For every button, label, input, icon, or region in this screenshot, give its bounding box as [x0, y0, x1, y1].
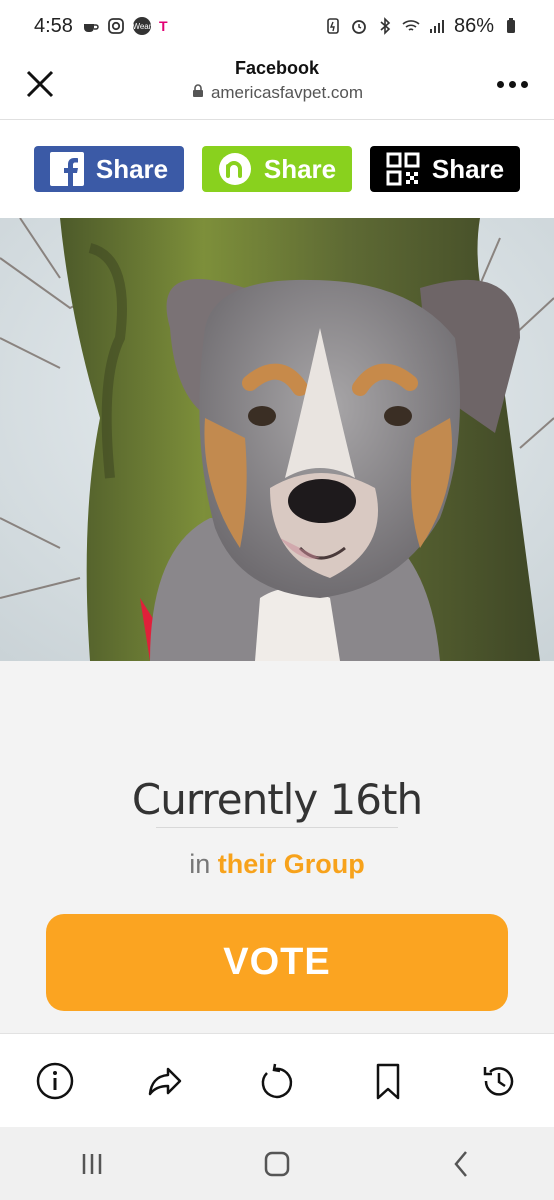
url-display[interactable]: americasfavpet.com [120, 83, 434, 103]
bookmark-icon [376, 1063, 400, 1100]
group-line: in their Group [0, 849, 554, 880]
back-button[interactable] [432, 1139, 492, 1189]
share-row: Share Share Share [0, 120, 554, 218]
signal-icon [428, 17, 446, 35]
browser-bottom-toolbar [0, 1033, 554, 1128]
rank-divider [156, 827, 398, 828]
history-button[interactable] [477, 1059, 521, 1103]
close-button[interactable] [22, 66, 58, 102]
more-dot [508, 80, 516, 88]
browser-toolbar: Facebook americasfavpet.com [0, 52, 554, 120]
share-arrow-icon [148, 1067, 182, 1096]
status-bar: 4:58 Wear T 86% [0, 0, 554, 52]
status-left: 4:58 Wear T [34, 15, 168, 38]
more-dot [496, 80, 504, 88]
reload-button[interactable] [255, 1059, 299, 1103]
vote-panel: Currently 16th in their Group VOTE [0, 661, 554, 1033]
bluetooth-icon [376, 17, 394, 35]
reload-icon [261, 1063, 293, 1099]
home-icon [264, 1151, 290, 1176]
history-icon [483, 1067, 513, 1096]
bookmark-button[interactable] [366, 1059, 410, 1103]
share-button[interactable] [144, 1059, 188, 1103]
battery-icon [502, 17, 520, 35]
facebook-icon [49, 152, 84, 186]
dog-photo-illustration [0, 218, 554, 661]
coffee-icon [81, 17, 99, 35]
alarm-icon [350, 17, 368, 35]
facebook-share-button[interactable]: Share [34, 146, 184, 192]
more-options-button[interactable] [492, 66, 532, 102]
page-title-box: Facebook americasfavpet.com [120, 58, 434, 103]
qr-code-icon [386, 152, 420, 186]
qr-share-button[interactable]: Share [370, 146, 520, 192]
back-icon [454, 1150, 467, 1177]
page-title: Facebook [234, 58, 320, 78]
rank-text: Currently 16th [131, 775, 423, 824]
nextdoor-share-label: Share [263, 153, 337, 184]
group-link[interactable]: their Group [218, 849, 365, 879]
status-time: 4:58 [34, 14, 73, 37]
info-icon [37, 1062, 74, 1100]
pet-photo [0, 218, 554, 661]
lock-icon [191, 83, 205, 103]
close-icon [26, 70, 54, 98]
status-right: 86% [324, 15, 520, 38]
battery-saver-icon [324, 17, 342, 35]
tmobile-icon: T [158, 18, 168, 34]
url-text: americasfavpet.com [210, 83, 364, 102]
vote-button[interactable]: VOTE [46, 914, 508, 1011]
home-button[interactable] [247, 1139, 307, 1189]
recent-apps-icon [83, 1153, 102, 1174]
wifi-icon [402, 17, 420, 35]
battery-percent: 86% [453, 14, 494, 37]
qr-share-label: Share [431, 153, 505, 184]
more-dot [520, 80, 528, 88]
info-button[interactable] [33, 1059, 77, 1103]
system-nav-bar [0, 1127, 554, 1200]
group-prefix: in [189, 849, 211, 879]
facebook-share-label: Share [95, 153, 169, 184]
nextdoor-icon [218, 152, 252, 186]
instagram-icon [107, 17, 125, 35]
wear-icon: Wear [132, 17, 151, 35]
nextdoor-share-button[interactable]: Share [202, 146, 352, 192]
recent-apps-button[interactable] [62, 1139, 122, 1189]
